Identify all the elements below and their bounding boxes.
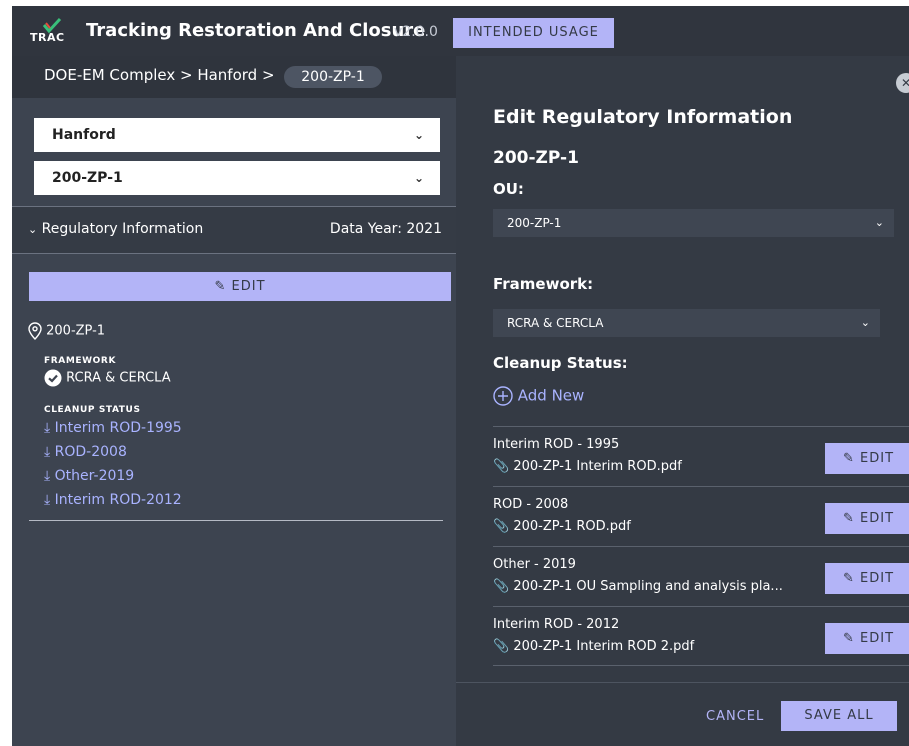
regulatory-title-text: Regulatory Information — [41, 221, 204, 237]
check-circle-icon — [44, 369, 62, 387]
edit-regulatory-button[interactable]: ✎ EDIT — [29, 272, 451, 301]
regulatory-section-header[interactable]: ⌄ Regulatory Information Data Year: 2021 — [12, 206, 456, 254]
document-file[interactable]: 📎 200-ZP-1 OU Sampling and analysis pla.… — [493, 579, 783, 594]
ou-dropdown-value: 200-ZP-1 — [507, 216, 562, 230]
site-select[interactable]: Hanford ⌄ — [34, 118, 440, 152]
ou-location: 200-ZP-1 — [28, 322, 105, 340]
ou-select-value: 200-ZP-1 — [52, 170, 123, 186]
app-window: TRAC Tracking Restoration And Closure v2… — [12, 6, 909, 746]
top-bar: TRAC Tracking Restoration And Closure v2… — [12, 6, 909, 56]
document-file[interactable]: 📎 200-ZP-1 ROD.pdf — [493, 519, 631, 534]
chevron-down-icon: ⌄ — [413, 171, 424, 185]
cancel-button[interactable]: CANCEL — [706, 709, 764, 724]
ou-location-name: 200-ZP-1 — [46, 323, 106, 339]
pencil-icon: ✎ — [843, 511, 855, 526]
cleanup-item-label: Interim ROD-1995 — [54, 420, 182, 436]
framework-heading: FRAMEWORK — [44, 356, 117, 366]
document-file[interactable]: 📎 200-ZP-1 Interim ROD.pdf — [493, 459, 682, 474]
cleanup-document-row: Other - 2019 📎 200-ZP-1 OU Sampling and … — [493, 546, 909, 606]
map-pin-icon — [28, 322, 42, 340]
cleanup-download-link[interactable]: ⤓ ROD-2008 — [44, 444, 127, 460]
paperclip-icon: 📎 — [493, 519, 510, 534]
document-file-name: 200-ZP-1 Interim ROD.pdf — [513, 459, 682, 474]
cleanup-item-label: Other-2019 — [54, 468, 135, 484]
paperclip-icon: 📎 — [493, 639, 510, 654]
intended-usage-button[interactable]: INTENDED USAGE — [453, 18, 614, 48]
document-file-name: 200-ZP-1 ROD.pdf — [513, 519, 631, 534]
paperclip-icon: 📎 — [493, 459, 510, 474]
cleanup-download-link[interactable]: ⤓ Interim ROD-1995 — [44, 420, 182, 436]
drawer-title: Edit Regulatory Information — [493, 106, 793, 128]
edit-document-button[interactable]: ✎ EDIT — [825, 503, 909, 534]
chevron-down-icon: ⌄ — [874, 216, 884, 229]
add-new-button[interactable]: Add New — [493, 386, 584, 406]
edit-document-button[interactable]: ✎ EDIT — [825, 563, 909, 594]
app-version: v2.0.0 — [394, 24, 438, 40]
edit-label: EDIT — [860, 451, 895, 466]
cleanup-status-heading: CLEANUP STATUS — [44, 405, 141, 415]
footer-divider — [456, 682, 909, 683]
ou-label: OU: — [493, 180, 524, 198]
document-title: Interim ROD - 2012 — [493, 617, 620, 632]
chevron-down-icon: ⌄ — [860, 316, 870, 329]
edit-drawer: ✕ Edit Regulatory Information 200-ZP-1 O… — [456, 56, 909, 746]
document-file-name: 200-ZP-1 Interim ROD 2.pdf — [513, 639, 695, 654]
framework-value-row: RCRA & CERCLA — [44, 369, 171, 387]
add-new-label: Add New — [517, 386, 585, 405]
paperclip-icon: 📎 — [493, 579, 510, 594]
save-all-button[interactable]: SAVE ALL — [781, 701, 897, 731]
breadcrumb-current-chip[interactable]: 200-ZP-1 — [284, 66, 382, 88]
app-title: Tracking Restoration And Closure — [86, 20, 426, 41]
data-year: Data Year: 2021 — [329, 221, 442, 237]
document-file-name: 200-ZP-1 OU Sampling and analysis pla... — [513, 579, 783, 594]
ou-select[interactable]: 200-ZP-1 ⌄ — [34, 161, 440, 195]
edit-label: EDIT — [231, 279, 266, 294]
section-divider — [29, 520, 443, 521]
pencil-icon: ✎ — [843, 631, 855, 646]
document-title: ROD - 2008 — [493, 497, 569, 512]
edit-document-button[interactable]: ✎ EDIT — [825, 623, 909, 654]
edit-document-button[interactable]: ✎ EDIT — [825, 443, 909, 474]
document-file[interactable]: 📎 200-ZP-1 Interim ROD 2.pdf — [493, 639, 694, 654]
edit-label: EDIT — [860, 631, 895, 646]
site-select-value: Hanford — [52, 127, 116, 143]
pencil-icon: ✎ — [843, 451, 855, 466]
trac-logo: TRAC — [30, 17, 70, 47]
cleanup-item-label: ROD-2008 — [54, 444, 127, 460]
regulatory-section-title: ⌄ Regulatory Information — [28, 221, 203, 237]
framework-value: RCRA & CERCLA — [66, 370, 171, 386]
plus-circle-icon — [493, 386, 513, 406]
close-icon[interactable]: ✕ — [896, 73, 909, 93]
framework-dropdown-value: RCRA & CERCLA — [507, 316, 604, 330]
cleanup-item-label: Interim ROD-2012 — [54, 492, 182, 508]
edit-label: EDIT — [860, 571, 895, 586]
download-icon: ⤓ — [44, 420, 51, 436]
cleanup-document-row: ROD - 2008 📎 200-ZP-1 ROD.pdf ✎ EDIT — [493, 486, 909, 546]
cleanup-download-link[interactable]: ⤓ Interim ROD-2012 — [44, 492, 182, 508]
pencil-icon: ✎ — [843, 571, 855, 586]
ou-dropdown[interactable]: 200-ZP-1 ⌄ — [493, 209, 894, 237]
logo-text: TRAC — [30, 31, 65, 44]
breadcrumb: DOE-EM Complex > Hanford > 200-ZP-1 — [12, 56, 456, 98]
download-icon: ⤓ — [44, 444, 51, 460]
breadcrumb-path[interactable]: DOE-EM Complex > Hanford > — [44, 66, 275, 84]
chevron-down-icon: ⌄ — [28, 223, 38, 236]
cleanup-document-row: Interim ROD - 2012 📎 200-ZP-1 Interim RO… — [493, 606, 909, 666]
left-panel: DOE-EM Complex > Hanford > 200-ZP-1 Hanf… — [12, 56, 456, 746]
document-title: Interim ROD - 1995 — [493, 437, 620, 452]
drawer-subtitle: 200-ZP-1 — [493, 148, 579, 168]
cleanup-download-link[interactable]: ⤓ Other-2019 — [44, 468, 134, 484]
document-title: Other - 2019 — [493, 557, 576, 572]
download-icon: ⤓ — [44, 468, 51, 484]
edit-label: EDIT — [860, 511, 895, 526]
cleanup-status-label: Cleanup Status: — [493, 354, 628, 372]
cleanup-document-row: Interim ROD - 1995 📎 200-ZP-1 Interim RO… — [493, 426, 909, 486]
framework-label: Framework: — [493, 275, 594, 293]
download-icon: ⤓ — [44, 492, 51, 508]
chevron-down-icon: ⌄ — [413, 128, 424, 142]
pencil-icon: ✎ — [214, 279, 227, 294]
framework-dropdown[interactable]: RCRA & CERCLA ⌄ — [493, 309, 880, 337]
